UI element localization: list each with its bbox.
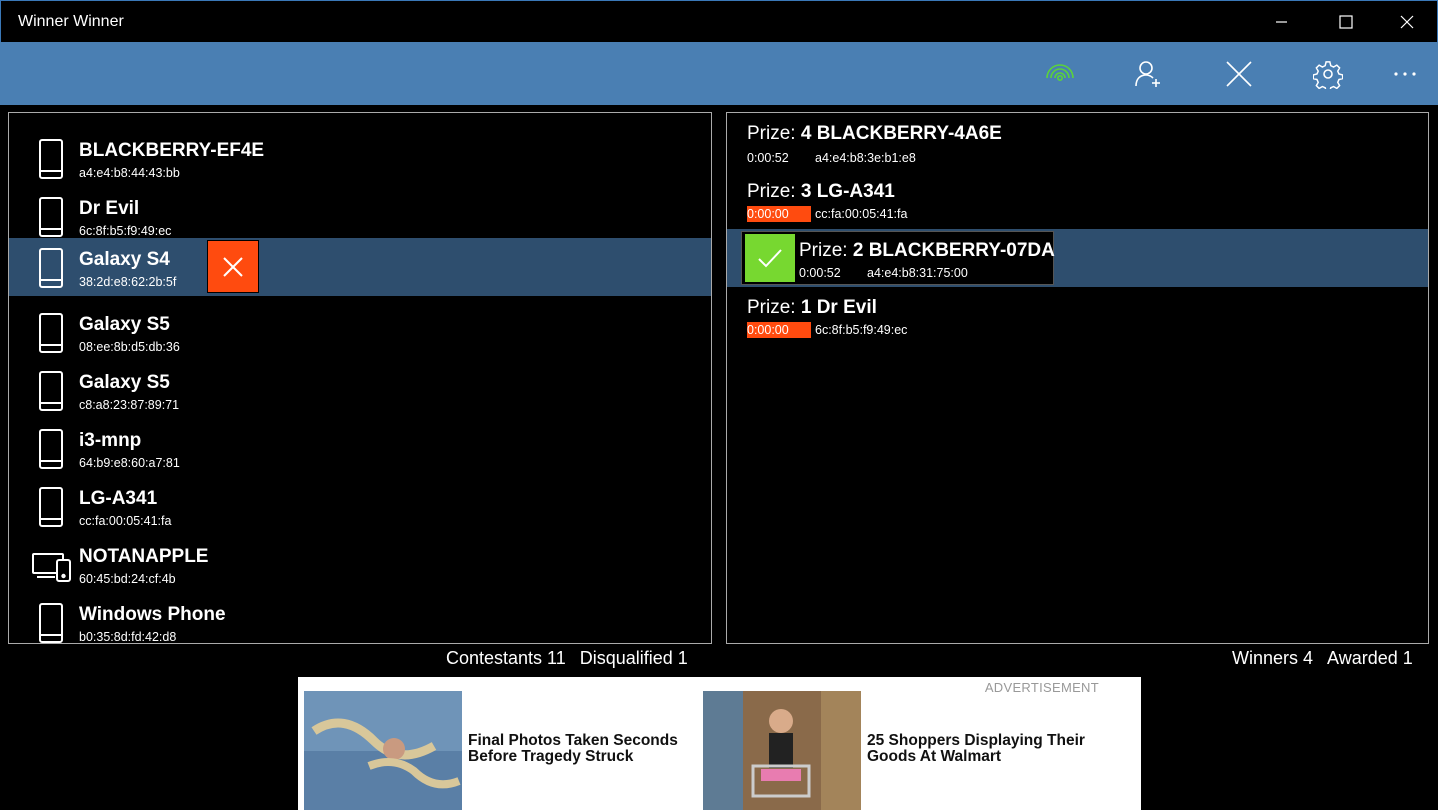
device-mac: 60:45:bd:24:cf:4b bbox=[79, 572, 176, 586]
award-button[interactable] bbox=[745, 234, 795, 282]
phone-icon bbox=[35, 138, 67, 180]
awarded-card: Prize: 2 BLACKBERRY-07DA 0:00:52 a4:e4:b… bbox=[741, 231, 1055, 285]
list-item-selected[interactable]: Galaxy S4 38:2d:e8:62:2b:5f bbox=[9, 238, 711, 296]
device-mac: b0:35:8d:fd:42:d8 bbox=[79, 630, 177, 644]
device-mac: 64:b9:e8:60:a7:81 bbox=[79, 456, 180, 470]
device-mac: 6c:8f:b5:f9:49:ec bbox=[79, 224, 172, 238]
list-item[interactable]: LG-A341 cc:fa:00:05:41:fa bbox=[9, 477, 711, 535]
device-name: Galaxy S5 bbox=[79, 314, 170, 335]
ad-headline: Final Photos Taken Seconds Before Traged… bbox=[468, 732, 678, 765]
clear-icon bbox=[1226, 61, 1252, 87]
awarded-count: Awarded 1 bbox=[1327, 648, 1413, 668]
maximize-button[interactable] bbox=[1317, 1, 1375, 43]
device-name: i3-mnp bbox=[79, 430, 142, 451]
phone-icon bbox=[35, 312, 67, 354]
window-title: Winner Winner bbox=[18, 13, 124, 30]
minimize-icon bbox=[1276, 21, 1287, 23]
clear-button[interactable] bbox=[1219, 54, 1259, 94]
phone-icon bbox=[35, 247, 67, 289]
multi-device-icon bbox=[31, 544, 75, 586]
device-name: NOTANAPPLE bbox=[79, 546, 209, 567]
broadcast-button[interactable] bbox=[1040, 54, 1080, 94]
more-button[interactable] bbox=[1385, 54, 1425, 94]
winner-mac: 6c:8f:b5:f9:49:ec bbox=[815, 323, 908, 337]
disqualified-count: Disqualified 1 bbox=[579, 648, 688, 668]
title-bar: Winner Winner bbox=[0, 0, 1438, 42]
close-icon bbox=[223, 256, 243, 277]
close-window-button[interactable] bbox=[1378, 1, 1436, 43]
countdown-timer-expired: 0:00:00 bbox=[747, 322, 811, 338]
ad-thumbnail-image bbox=[703, 691, 861, 810]
list-item[interactable]: Windows Phone b0:35:8d:fd:42:d8 bbox=[9, 593, 711, 644]
close-icon bbox=[1400, 15, 1414, 29]
device-mac: 08:ee:8b:d5:db:36 bbox=[79, 340, 180, 354]
winner-item-selected[interactable]: Prize: 2 BLACKBERRY-07DA 0:00:52 a4:e4:b… bbox=[727, 229, 1428, 287]
countdown-timer: 0:00:52 bbox=[747, 151, 789, 165]
list-item[interactable]: i3-mnp 64:b9:e8:60:a7:81 bbox=[9, 419, 711, 477]
contestants-status: Contestants 11 Disqualified 1 bbox=[446, 648, 702, 669]
phone-icon bbox=[35, 428, 67, 470]
list-item[interactable]: Galaxy S5 c8:a8:23:87:89:71 bbox=[9, 361, 711, 419]
prize-label: Prize: bbox=[747, 181, 796, 202]
device-name: BLACKBERRY-EF4E bbox=[79, 140, 265, 161]
device-name: Galaxy S4 bbox=[79, 249, 170, 270]
add-contestant-icon bbox=[1135, 61, 1160, 87]
gear-icon bbox=[1313, 61, 1343, 89]
settings-button[interactable] bbox=[1308, 54, 1348, 94]
phone-icon bbox=[35, 370, 67, 412]
device-mac: cc:fa:00:05:41:fa bbox=[79, 514, 172, 528]
device-name: Galaxy S5 bbox=[79, 372, 170, 393]
wifi-broadcast-icon bbox=[1046, 64, 1074, 81]
device-name: Windows Phone bbox=[79, 604, 226, 625]
list-item[interactable] bbox=[9, 113, 711, 119]
countdown-timer-expired: 0:00:00 bbox=[747, 206, 811, 222]
prize-name: 2 BLACKBERRY-07DA bbox=[852, 240, 1055, 261]
check-icon bbox=[758, 249, 782, 268]
device-mac: 38:2d:e8:62:2b:5f bbox=[79, 275, 177, 289]
prize-label: Prize: bbox=[799, 240, 848, 261]
winner-mac: cc:fa:00:05:41:fa bbox=[815, 207, 908, 221]
contestants-list[interactable]: BLACKBERRY-EF4E a4:e4:b8:44:43:bb Dr Evi… bbox=[8, 112, 712, 644]
ad-label: ADVERTISEMENT bbox=[984, 680, 1099, 695]
maximize-icon bbox=[1339, 15, 1353, 29]
prize-label: Prize: bbox=[747, 123, 796, 144]
more-icon bbox=[1394, 72, 1416, 76]
list-item[interactable]: BLACKBERRY-EF4E a4:e4:b8:44:43:bb bbox=[9, 129, 711, 187]
winner-mac: a4:e4:b8:31:75:00 bbox=[867, 266, 968, 280]
add-contestant-button[interactable] bbox=[1129, 54, 1169, 94]
list-item[interactable]: Galaxy S5 08:ee:8b:d5:db:36 bbox=[9, 303, 711, 361]
winner-mac: a4:e4:b8:3e:b1:e8 bbox=[815, 151, 916, 165]
ad-headline: 25 Shoppers Displaying Their Goods At Wa… bbox=[867, 732, 1085, 765]
prize-label: Prize: bbox=[747, 297, 796, 318]
prize-name: 1 Dr Evil bbox=[800, 297, 877, 318]
disqualify-button[interactable] bbox=[207, 240, 259, 293]
command-bar bbox=[0, 42, 1438, 105]
device-name: Dr Evil bbox=[79, 198, 140, 219]
advertisement-banner[interactable]: ADVERTISEMENT Final Photos Taken Seconds… bbox=[298, 677, 1141, 810]
device-mac: a4:e4:b8:44:43:bb bbox=[79, 166, 180, 180]
phone-icon bbox=[35, 196, 67, 238]
winners-list[interactable]: Prize: 4 BLACKBERRY-4A6E 0:00:52 a4:e4:b… bbox=[726, 112, 1429, 644]
winner-item[interactable]: Prize: 1 Dr Evil 0:00:00 6c:8f:b5:f9:49:… bbox=[727, 287, 1428, 345]
winners-count: Winners 4 bbox=[1232, 648, 1314, 668]
winner-item[interactable]: Prize: 4 BLACKBERRY-4A6E 0:00:52 a4:e4:b… bbox=[727, 113, 1428, 171]
ad-thumbnail-image bbox=[304, 691, 462, 810]
countdown-timer: 0:00:52 bbox=[799, 266, 841, 280]
phone-icon bbox=[35, 486, 67, 528]
list-item[interactable]: Dr Evil 6c:8f:b5:f9:49:ec bbox=[9, 187, 711, 245]
winner-item[interactable]: Prize: 3 LG-A341 0:00:00 cc:fa:00:05:41:… bbox=[727, 171, 1428, 229]
device-name: LG-A341 bbox=[79, 488, 158, 509]
list-item[interactable]: NOTANAPPLE 60:45:bd:24:cf:4b bbox=[9, 535, 711, 593]
phone-icon bbox=[35, 602, 67, 643]
minimize-button[interactable] bbox=[1253, 1, 1311, 43]
contestants-count: Contestants 11 bbox=[446, 648, 566, 668]
prize-name: 4 BLACKBERRY-4A6E bbox=[800, 123, 1002, 144]
prize-name: 3 LG-A341 bbox=[800, 181, 895, 202]
winners-status: Winners 4 Awarded 1 bbox=[1232, 648, 1413, 669]
device-mac: c8:a8:23:87:89:71 bbox=[79, 398, 180, 412]
